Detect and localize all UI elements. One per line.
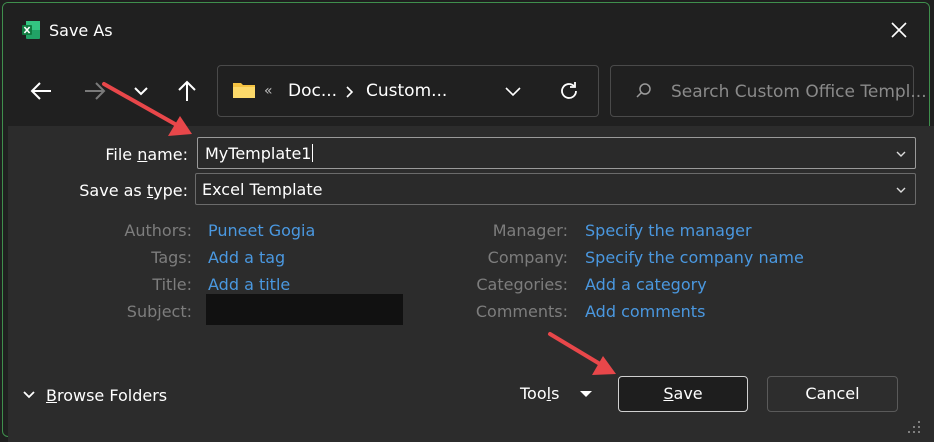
save-button[interactable]: Save <box>618 376 748 412</box>
company-label: Company: <box>487 248 568 267</box>
chevron-down-icon[interactable] <box>895 184 907 196</box>
excel-icon <box>22 21 40 39</box>
tools-dropdown-icon[interactable] <box>578 389 594 399</box>
breadcrumb-item-documents[interactable]: Doc... <box>288 81 337 101</box>
search-icon <box>636 83 651 98</box>
manager-value[interactable]: Specify the manager <box>585 221 752 240</box>
breadcrumb-item-custom[interactable]: Custom... <box>366 81 447 101</box>
save-type-value: Excel Template <box>202 180 323 199</box>
categories-label: Categories: <box>476 275 568 294</box>
address-overflow[interactable]: « <box>264 83 273 99</box>
save-type-label: Save as type: <box>79 181 188 200</box>
tags-label: Tags: <box>151 248 192 267</box>
refresh-icon[interactable] <box>558 80 580 102</box>
breadcrumb-separator-icon <box>346 86 354 98</box>
manager-label: Manager: <box>492 221 568 240</box>
chevron-down-icon[interactable] <box>895 148 907 160</box>
title-value[interactable]: Add a title <box>208 275 290 294</box>
resize-grip-icon[interactable] <box>906 418 922 434</box>
window-title: Save As <box>49 21 113 40</box>
text-cursor <box>312 144 314 162</box>
categories-value[interactable]: Add a category <box>585 275 707 294</box>
title-bar: Save As <box>3 3 929 55</box>
comments-value[interactable]: Add comments <box>585 302 705 321</box>
tags-value[interactable]: Add a tag <box>208 248 285 267</box>
comments-label: Comments: <box>475 302 568 321</box>
close-icon[interactable] <box>888 19 910 41</box>
navigation-bar: « Doc... Custom... Search Custom Office … <box>3 55 929 129</box>
authors-value[interactable]: Puneet Gogia <box>208 221 315 240</box>
tools-menu[interactable]: Tools <box>520 384 559 403</box>
browse-folders-toggle[interactable]: Browse Folders <box>22 386 167 405</box>
folder-icon <box>233 83 255 98</box>
subject-field[interactable] <box>206 294 403 325</box>
save-type-select[interactable]: Excel Template <box>195 173 916 205</box>
company-value[interactable]: Specify the company name <box>585 248 804 267</box>
search-input[interactable]: Search Custom Office Templ... <box>671 82 927 102</box>
file-name-field[interactable]: MyTemplate1 <box>197 137 916 169</box>
file-name-value: MyTemplate1 <box>205 144 312 163</box>
address-bar[interactable]: « Doc... Custom... <box>217 65 599 117</box>
browse-chevron-icon <box>23 391 35 399</box>
search-box[interactable]: Search Custom Office Templ... <box>610 65 927 117</box>
forward-arrow-icon[interactable] <box>79 73 111 109</box>
authors-label: Authors: <box>124 221 192 240</box>
subject-label: Subject: <box>126 302 192 321</box>
file-name-label: File name: <box>105 145 188 164</box>
title-label: Title: <box>152 275 192 294</box>
up-arrow-icon[interactable] <box>171 73 203 109</box>
chevron-down-icon[interactable] <box>504 84 522 98</box>
back-arrow-icon[interactable] <box>25 73 57 109</box>
recent-dropdown-icon[interactable] <box>125 73 157 109</box>
cancel-button[interactable]: Cancel <box>767 376 898 412</box>
